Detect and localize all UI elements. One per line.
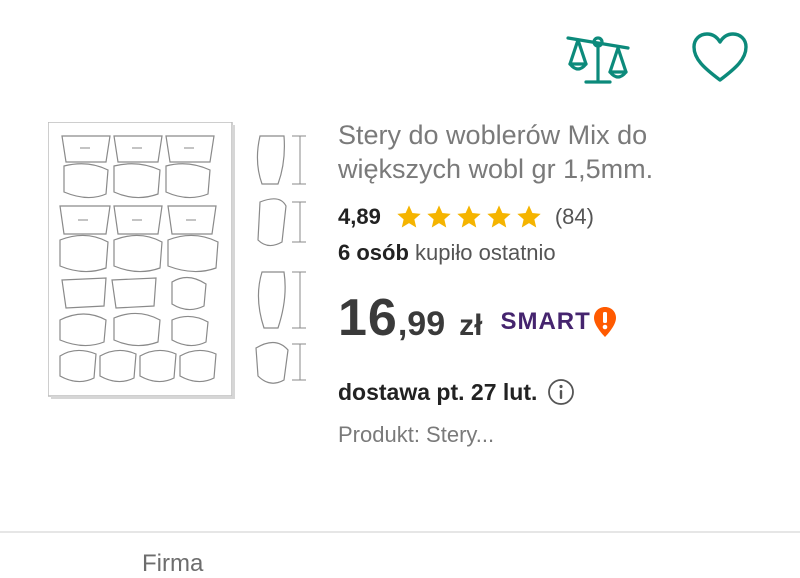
info-circle-icon[interactable]: [547, 378, 575, 406]
smart-badge[interactable]: SMART: [500, 306, 617, 338]
product-variant: Produkt: Stery...: [338, 422, 495, 447]
smart-label: SMART: [500, 308, 591, 335]
rating-row[interactable]: 4,89 (84): [338, 202, 758, 232]
favorite-button[interactable]: [690, 30, 750, 86]
seller-name: Firma: [142, 550, 204, 577]
recent-purchases: 6 osób kupiło ostatnio: [338, 240, 758, 266]
product-info: Stery do woblerów Mix do większych wobl …: [338, 118, 758, 448]
product-image[interactable]: [47, 121, 334, 400]
recent-purchases-count: 6 osób: [338, 240, 409, 265]
star-icon: [487, 205, 511, 228]
smart-exclamation-icon: [593, 307, 616, 337]
heart-outline-icon: [692, 32, 748, 82]
price-currency: zł: [459, 309, 483, 342]
price-integer: 16: [338, 289, 398, 347]
price-row: 16,99 zł SMART: [338, 288, 758, 348]
price-decimal: ,99: [397, 305, 446, 343]
star-icon: [397, 205, 421, 228]
rating-value: 4,89: [338, 204, 381, 229]
product-title[interactable]: Stery do woblerów Mix do większych wobl …: [338, 118, 758, 186]
delivery-row: dostawa pt. 27 lut.: [338, 376, 758, 408]
rating-count: (84): [554, 204, 594, 229]
star-icon: [427, 205, 451, 228]
list-divider: [0, 531, 800, 533]
recent-purchases-text: kupiło ostatnio: [408, 240, 556, 265]
scales-icon: [566, 36, 630, 84]
rating-stars: [395, 203, 543, 231]
delivery-date: dostawa pt. 27 lut.: [338, 378, 538, 405]
product-thumbnail-column: Firma: [47, 121, 338, 577]
star-icon: [457, 205, 481, 228]
compare-button[interactable]: [562, 26, 632, 90]
top-actions: [556, 26, 756, 90]
star-icon: [517, 205, 541, 228]
